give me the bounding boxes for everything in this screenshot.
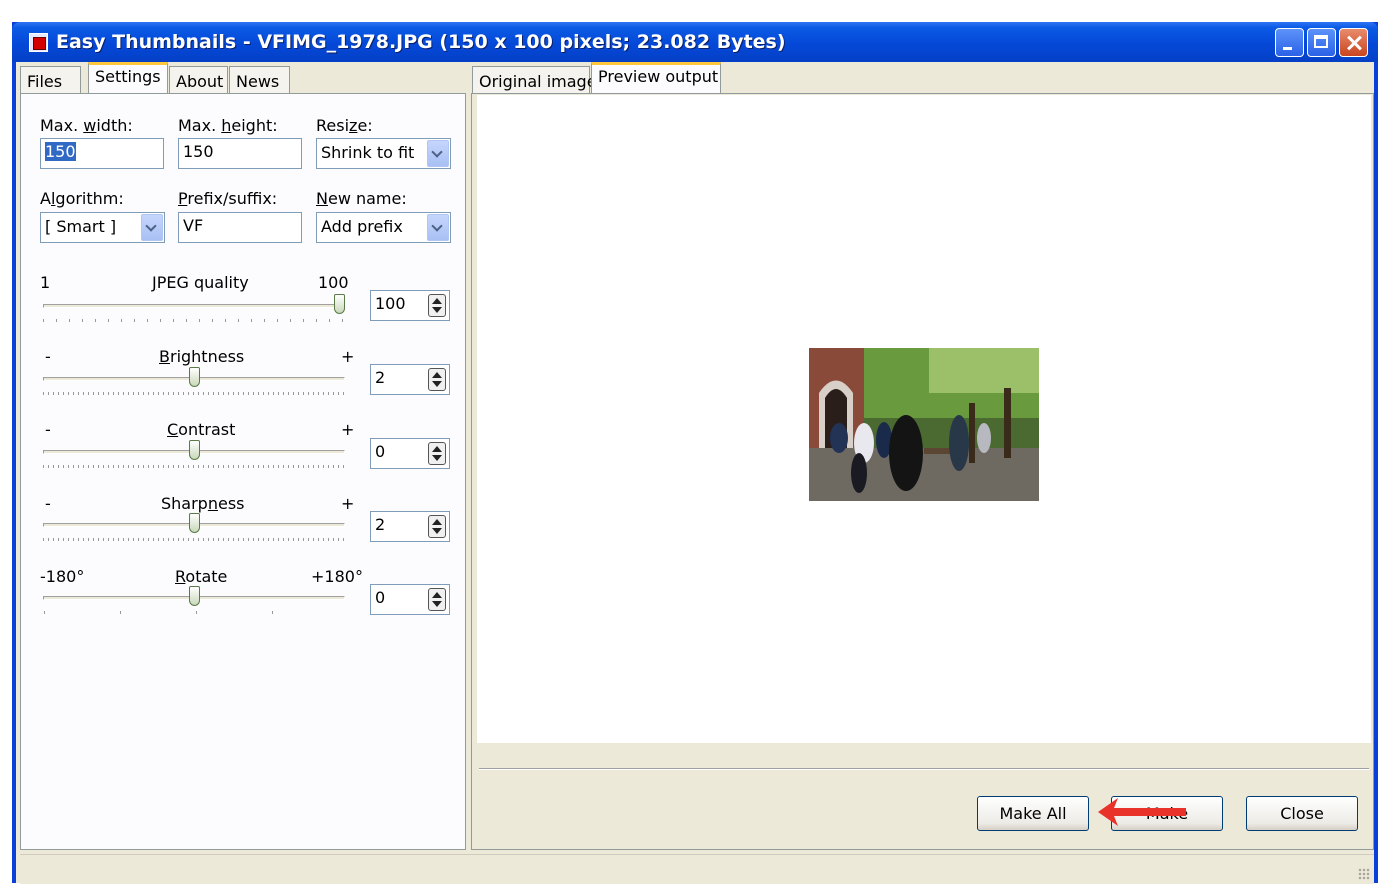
chevron-down-icon[interactable] — [427, 140, 449, 167]
rotate-value: 0 — [375, 588, 386, 607]
app-icon[interactable] — [29, 33, 48, 52]
max-height-label: Max. height: — [178, 116, 278, 135]
make-all-button[interactable]: Make All — [977, 796, 1089, 831]
rotate-label: Rotate — [175, 567, 228, 586]
brightness-spinner[interactable]: 2 — [370, 364, 450, 395]
contrast-max-label: + — [341, 420, 355, 439]
sharpness-slider-thumb[interactable] — [188, 513, 200, 533]
brightness-value: 2 — [375, 368, 386, 387]
prefix-suffix-label: Prefix/suffix: — [178, 189, 278, 208]
brightness-min-label: - — [45, 347, 51, 366]
algorithm-value: [ Smart ] — [45, 217, 117, 236]
contrast-value: 0 — [375, 442, 386, 461]
resize-dropdown[interactable]: Shrink to fit — [316, 138, 451, 169]
jpeg-quality-track[interactable] — [43, 304, 345, 308]
brightness-label: Brightness — [159, 347, 245, 366]
spinner-arrows-icon[interactable] — [428, 294, 446, 317]
tab-preview-output[interactable]: Preview output — [591, 62, 721, 93]
spinner-arrows-icon[interactable] — [428, 368, 446, 391]
contrast-min-label: - — [45, 420, 51, 439]
new-name-value: Add prefix — [321, 217, 403, 236]
resize-value: Shrink to fit — [321, 143, 415, 162]
client-area: Files Settings About News Original image… — [16, 62, 1374, 884]
thumbnail-preview-image — [809, 348, 1039, 501]
chevron-down-icon[interactable] — [141, 214, 163, 241]
jpeg-min-label: 1 — [40, 273, 51, 292]
tab-news[interactable]: News — [229, 66, 290, 93]
resize-label: Resize: — [316, 116, 373, 135]
app-window: Easy Thumbnails - VFIMG_1978.JPG (150 x … — [12, 22, 1378, 884]
brightness-ticks — [43, 392, 348, 395]
tab-files[interactable]: Files — [20, 66, 81, 93]
sharpness-spinner[interactable]: 2 — [370, 511, 450, 542]
preview-frame: Make All Make Close — [471, 93, 1374, 850]
resize-grip-icon[interactable] — [1358, 868, 1370, 880]
contrast-label: Contrast — [167, 420, 236, 439]
tab-settings[interactable]: Settings — [88, 62, 168, 93]
contrast-slider-thumb[interactable] — [188, 440, 200, 460]
rotate-max-label: +180° — [311, 567, 363, 586]
jpeg-quality-ticks — [43, 319, 348, 322]
annotation-arrow-icon — [1098, 798, 1186, 826]
sharpness-max-label: + — [341, 494, 355, 513]
sharpness-value: 2 — [375, 515, 386, 534]
new-name-label: New name: — [316, 189, 407, 208]
max-height-field[interactable]: 150 — [178, 138, 302, 169]
window-title: Easy Thumbnails - VFIMG_1978.JPG (150 x … — [56, 31, 786, 53]
sharpness-min-label: - — [45, 494, 51, 513]
spinner-arrows-icon[interactable] — [428, 442, 446, 465]
spinner-arrows-icon[interactable] — [428, 588, 446, 611]
jpeg-quality-label: JPEG quality — [152, 273, 249, 292]
settings-panel: Max. width: 150 Max. height: 150 Resize:… — [20, 93, 466, 850]
prefix-suffix-field[interactable]: VF — [178, 212, 302, 243]
jpeg-quality-slider-thumb[interactable] — [334, 294, 345, 314]
brightness-max-label: + — [341, 347, 355, 366]
title-bar[interactable]: Easy Thumbnails - VFIMG_1978.JPG (150 x … — [12, 22, 1378, 62]
brightness-slider-thumb[interactable] — [188, 367, 200, 387]
algorithm-dropdown[interactable]: [ Smart ] — [40, 212, 165, 243]
contrast-ticks — [43, 465, 348, 468]
tab-about[interactable]: About — [169, 66, 228, 93]
jpeg-quality-spinner[interactable]: 100 — [370, 290, 450, 321]
spinner-arrows-icon[interactable] — [428, 515, 446, 538]
rotate-slider-thumb[interactable] — [188, 586, 200, 606]
new-name-dropdown[interactable]: Add prefix — [316, 212, 451, 243]
contrast-spinner[interactable]: 0 — [370, 438, 450, 469]
rotate-spinner[interactable]: 0 — [370, 584, 450, 615]
max-width-label: Max. width: — [40, 116, 133, 135]
close-button[interactable]: Close — [1246, 796, 1358, 831]
minimize-button[interactable] — [1275, 28, 1304, 57]
status-bar — [20, 854, 1374, 884]
rotate-min-label: -180° — [40, 567, 85, 586]
tab-original-image[interactable]: Original image — [472, 66, 597, 93]
sharpness-label: Sharpness — [161, 494, 245, 513]
algorithm-label: Algorithm: — [40, 189, 124, 208]
divider — [479, 768, 1369, 770]
jpeg-max-label: 100 — [318, 273, 349, 292]
close-window-button[interactable] — [1339, 28, 1368, 57]
sharpness-ticks — [43, 538, 348, 541]
maximize-button[interactable] — [1307, 28, 1336, 57]
max-width-field[interactable]: 150 — [40, 138, 164, 169]
jpeg-quality-value: 100 — [375, 294, 406, 313]
preview-area — [477, 95, 1371, 743]
chevron-down-icon[interactable] — [427, 214, 449, 241]
rotate-ticks — [44, 611, 348, 614]
